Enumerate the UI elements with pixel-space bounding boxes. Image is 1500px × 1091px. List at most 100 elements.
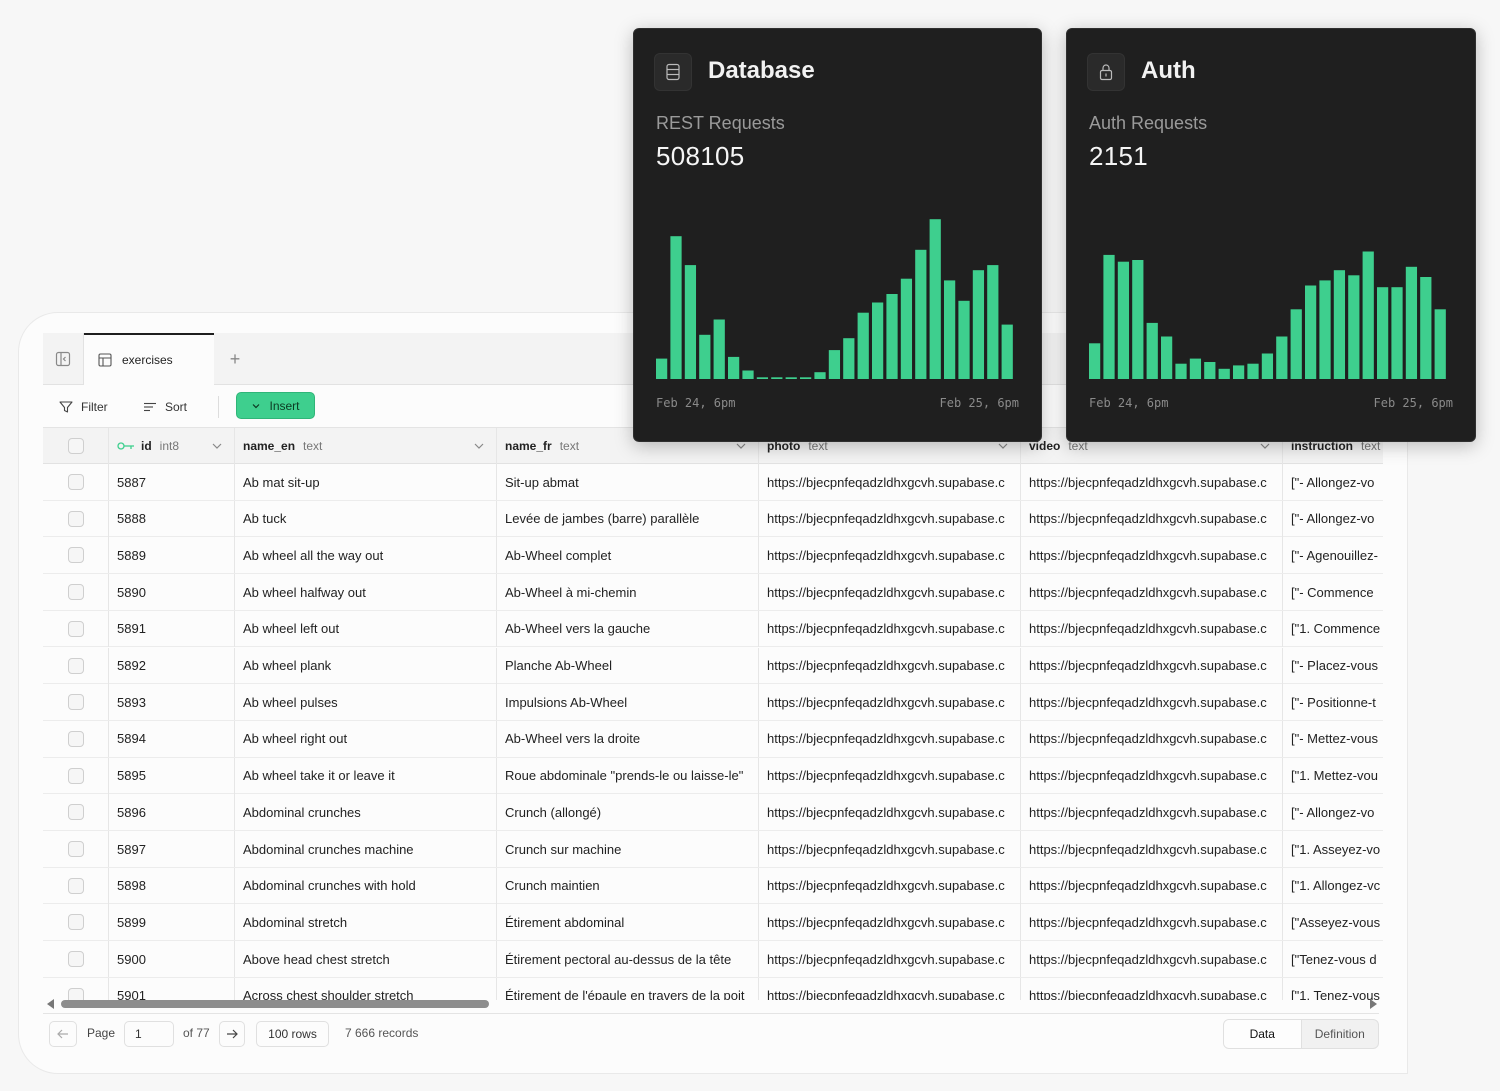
row-checkbox-cell[interactable]: [43, 794, 109, 831]
cell-id[interactable]: 5894: [109, 720, 235, 757]
cell-photo[interactable]: https://bjecpnfeqadzldhxgcvh.supabase.c: [759, 941, 1021, 978]
cell-id[interactable]: 5889: [109, 537, 235, 574]
row-checkbox[interactable]: [67, 694, 84, 711]
cell-name-en[interactable]: Ab tuck: [235, 500, 497, 537]
sidebar-toggle-button[interactable]: [43, 333, 84, 384]
cell-video[interactable]: https://bjecpnfeqadzldhxgcvh.supabase.c: [1021, 537, 1283, 574]
chart-bar[interactable]: [900, 278, 913, 379]
cell-id[interactable]: 5887: [109, 464, 235, 500]
cell-name-fr[interactable]: Étirement de l'épaule en travers de la p…: [497, 977, 759, 1000]
cell-video[interactable]: https://bjecpnfeqadzldhxgcvh.supabase.c: [1021, 464, 1283, 500]
row-checkbox-cell[interactable]: [43, 464, 109, 500]
row-checkbox[interactable]: [67, 804, 84, 821]
chart-bar[interactable]: [800, 377, 812, 379]
cell-id[interactable]: 5896: [109, 794, 235, 831]
chart-bar[interactable]: [756, 377, 769, 379]
row-checkbox[interactable]: [67, 584, 84, 601]
column-header-id[interactable]: id int8: [109, 428, 235, 464]
cell-name-fr[interactable]: Ab-Wheel vers la droite: [497, 720, 759, 757]
chart-bar[interactable]: [1089, 343, 1101, 379]
table-row[interactable]: 5895 Ab wheel take it or leave it Roue abd…: [43, 757, 1383, 795]
cell-name-fr[interactable]: Ab-Wheel vers la gauche: [497, 610, 759, 647]
table-row[interactable]: 5890 Ab wheel halfway out Ab-Wheel à mi-ch…: [43, 574, 1383, 611]
cell-id[interactable]: 5895: [109, 757, 235, 794]
chart-bar[interactable]: [771, 377, 783, 379]
row-checkbox[interactable]: [67, 914, 84, 931]
horizontal-scrollbar[interactable]: [47, 998, 1377, 1010]
table-row[interactable]: 5894 Ab wheel right out Ab-Wheel vers la d…: [43, 720, 1383, 758]
cell-photo[interactable]: https://bjecpnfeqadzldhxgcvh.supabase.c: [759, 794, 1021, 831]
chart-bar[interactable]: [1204, 362, 1216, 379]
chart-bar[interactable]: [1189, 358, 1202, 379]
table-row[interactable]: 5891 Ab wheel left out Ab-Wheel vers la ga…: [43, 610, 1383, 648]
chevron-down-icon[interactable]: [736, 442, 746, 450]
cell-instruction[interactable]: ["1. Asseyez-vo: [1283, 831, 1383, 867]
cell-video[interactable]: https://bjecpnfeqadzldhxgcvh.supabase.c: [1021, 647, 1283, 684]
row-checkbox-cell[interactable]: [43, 610, 109, 647]
row-checkbox-cell[interactable]: [43, 904, 109, 941]
chart-bar[interactable]: [1175, 363, 1187, 379]
cell-photo[interactable]: https://bjecpnfeqadzldhxgcvh.supabase.c: [759, 500, 1021, 537]
chart-bar[interactable]: [1348, 275, 1360, 379]
cell-name-en[interactable]: Ab wheel right out: [235, 720, 497, 757]
row-checkbox-cell[interactable]: [43, 500, 109, 537]
chart-bar[interactable]: [828, 350, 841, 379]
cell-instruction[interactable]: ["- Allongez-vo: [1283, 464, 1383, 500]
chart-bar[interactable]: [915, 249, 927, 379]
table-row[interactable]: 5897 Abdominal crunches machine Crunch sur…: [43, 831, 1383, 868]
cell-name-en[interactable]: Above head chest stretch: [235, 941, 497, 978]
chevron-down-icon[interactable]: [474, 442, 484, 450]
chart-bar[interactable]: [857, 312, 869, 379]
cell-photo[interactable]: https://bjecpnfeqadzldhxgcvh.supabase.c: [759, 464, 1021, 500]
table-row[interactable]: 5899 Abdominal stretch Étirement abdominal…: [43, 904, 1383, 942]
cell-photo[interactable]: https://bjecpnfeqadzldhxgcvh.supabase.c: [759, 904, 1021, 941]
filter-button[interactable]: Filter: [59, 394, 108, 420]
chart-bar[interactable]: [1103, 254, 1115, 379]
cell-name-en[interactable]: Abdominal crunches machine: [235, 831, 497, 867]
chart-bar[interactable]: [1420, 277, 1432, 379]
scroll-right-icon[interactable]: [1370, 999, 1377, 1009]
cell-instruction[interactable]: ["- Mettez-vous: [1283, 721, 1383, 757]
cell-video[interactable]: https://bjecpnfeqadzldhxgcvh.supabase.c: [1021, 720, 1283, 757]
cell-name-en[interactable]: Ab wheel pulses: [235, 684, 497, 721]
table-row[interactable]: 5898 Abdominal crunches with hold Crunch m…: [43, 867, 1383, 905]
chart-bar[interactable]: [1132, 260, 1144, 379]
chevron-down-icon[interactable]: [998, 442, 1008, 450]
cell-video[interactable]: https://bjecpnfeqadzldhxgcvh.supabase.c: [1021, 757, 1283, 794]
chart-bar[interactable]: [1391, 287, 1403, 379]
table-row[interactable]: 5900 Above head chest stretch Étirement pe…: [43, 941, 1383, 978]
table-row[interactable]: 5893 Ab wheel pulses Impulsions Ab-Wheel ht…: [43, 684, 1383, 721]
cell-instruction[interactable]: ["Asseyez-vous: [1283, 904, 1383, 940]
row-checkbox-cell[interactable]: [43, 684, 109, 721]
chart-bar[interactable]: [886, 294, 898, 379]
cell-video[interactable]: https://bjecpnfeqadzldhxgcvh.supabase.c: [1021, 977, 1283, 1000]
cell-id[interactable]: 5901: [109, 977, 235, 1000]
cell-instruction[interactable]: ["1. Commence: [1283, 611, 1383, 647]
chart-bar[interactable]: [785, 377, 797, 379]
cell-video[interactable]: https://bjecpnfeqadzldhxgcvh.supabase.c: [1021, 794, 1283, 831]
cell-name-fr[interactable]: Crunch sur machine: [497, 831, 759, 867]
chevron-down-icon[interactable]: [212, 442, 222, 450]
insert-button[interactable]: Insert: [236, 392, 315, 419]
table-row[interactable]: 5887 Ab mat sit-up Sit-up abmat https://bje…: [43, 464, 1383, 501]
cell-name-en[interactable]: Ab wheel halfway out: [235, 574, 497, 611]
add-tab-button[interactable]: +: [223, 333, 247, 385]
chart-bar[interactable]: [987, 265, 999, 379]
row-checkbox-cell[interactable]: [43, 537, 109, 574]
chart-bar[interactable]: [1333, 270, 1346, 379]
cell-name-fr[interactable]: Levée de jambes (barre) parallèle: [497, 500, 759, 537]
chart-bar[interactable]: [1377, 287, 1389, 379]
row-checkbox-cell[interactable]: [43, 647, 109, 684]
select-all-checkbox[interactable]: [67, 438, 84, 454]
chart-bar[interactable]: [1146, 322, 1158, 379]
chart-bar[interactable]: [1276, 336, 1288, 380]
cell-id[interactable]: 5891: [109, 610, 235, 647]
cell-id[interactable]: 5888: [109, 500, 235, 537]
column-header-name-en[interactable]: name_en text: [235, 428, 497, 464]
row-checkbox-cell[interactable]: [43, 574, 109, 611]
cell-name-en[interactable]: Ab wheel plank: [235, 647, 497, 684]
row-checkbox[interactable]: [67, 547, 84, 564]
chart-bar[interactable]: [670, 236, 682, 379]
cell-photo[interactable]: https://bjecpnfeqadzldhxgcvh.supabase.c: [759, 867, 1021, 904]
chart-bar[interactable]: [929, 219, 941, 379]
